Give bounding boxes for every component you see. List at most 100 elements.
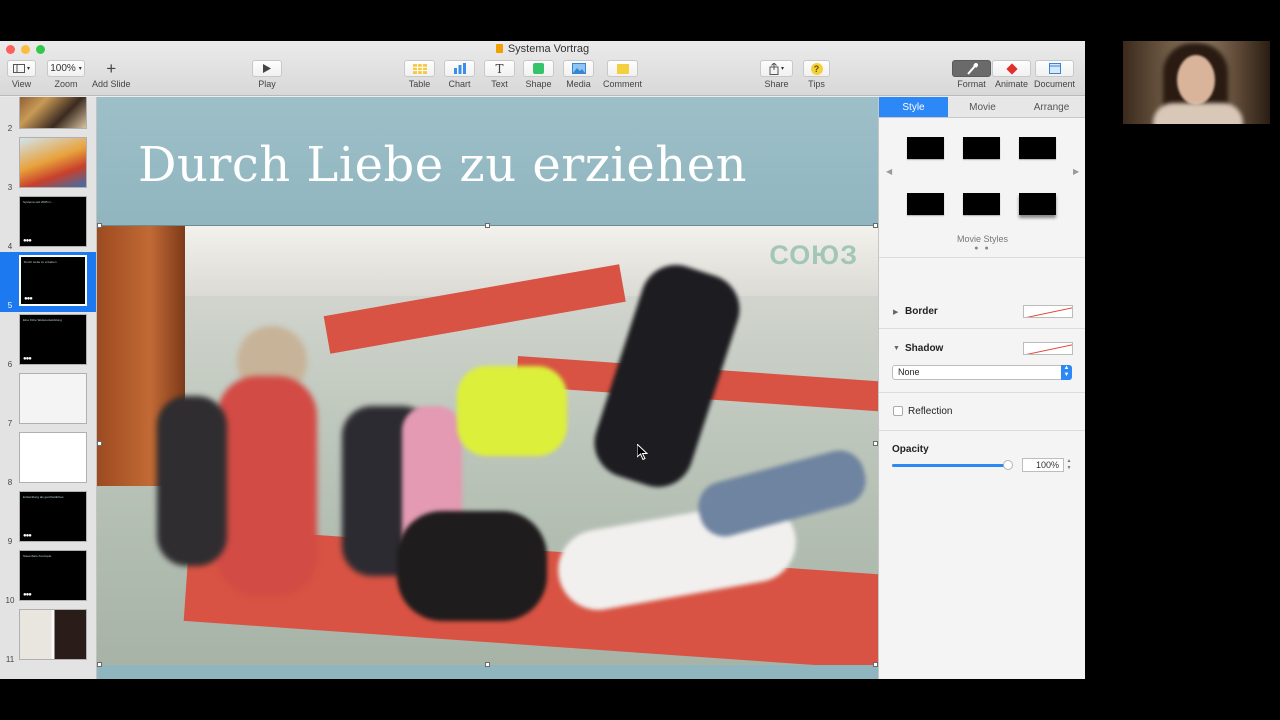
tips-button[interactable]: ? Tips: [803, 60, 830, 89]
share-button[interactable]: ▾ Share: [760, 60, 793, 89]
media-button[interactable]: Media: [563, 60, 594, 89]
share-icon: [769, 62, 779, 75]
chart-control[interactable]: [444, 60, 475, 77]
text-control[interactable]: T: [484, 60, 515, 77]
slide-thumbnail[interactable]: Systema seit 2005 m... ●●●: [19, 196, 87, 247]
format-control[interactable]: [952, 60, 991, 77]
slide-thumbnail-row[interactable]: 7: [0, 370, 96, 430]
slide-thumbnail-row[interactable]: 8: [0, 429, 96, 489]
chevron-right-icon[interactable]: ▶: [1073, 167, 1079, 176]
slide-number: 10: [5, 596, 15, 605]
play-control[interactable]: [252, 60, 282, 77]
table-button[interactable]: Table: [404, 60, 435, 89]
resize-handle-top[interactable]: [485, 223, 490, 228]
movie-style-swatch[interactable]: [907, 193, 944, 215]
movie-style-swatch[interactable]: [1019, 193, 1056, 215]
page-indicator[interactable]: ● ●: [879, 245, 1085, 252]
share-control[interactable]: ▾: [760, 60, 793, 77]
tab-style[interactable]: Style: [879, 97, 948, 117]
disclosure-down-icon[interactable]: ▼: [893, 345, 900, 352]
slide-thumbnail-row[interactable]: 9 Entwicklung als ganzheitliches ●●●: [0, 488, 96, 548]
slide-thumbnail[interactable]: Steuerbare Konzepte ●●●: [19, 550, 87, 601]
media-control[interactable]: [563, 60, 594, 77]
disclosure-right-icon[interactable]: ▶: [893, 308, 898, 316]
slide-number: 6: [7, 360, 13, 369]
table-control[interactable]: [404, 60, 435, 77]
movie-styles-label: Movie Styles: [956, 234, 1009, 244]
shape-button[interactable]: Shape: [523, 60, 554, 89]
chevron-left-icon[interactable]: ◀: [886, 167, 892, 176]
shadow-color-well[interactable]: [1023, 342, 1073, 355]
document-button[interactable]: Document: [1034, 60, 1075, 89]
slide-thumbnail[interactable]: Eine frühe Weiterentwicklung ●●●: [19, 314, 87, 365]
format-button[interactable]: Format: [952, 60, 991, 89]
opacity-slider-knob[interactable]: [1003, 460, 1013, 470]
help-question-icon: ?: [810, 62, 823, 75]
slide-thumbnail[interactable]: [19, 373, 87, 424]
comment-button[interactable]: Comment: [603, 60, 642, 89]
slide-canvas[interactable]: Durch Liebe zu erziehen СОЮЗ: [97, 97, 878, 679]
movie-style-swatch[interactable]: [963, 193, 1000, 215]
resize-handle-left[interactable]: [97, 441, 102, 446]
text-label: Text: [491, 79, 508, 89]
shape-control[interactable]: [523, 60, 554, 77]
zoom-select[interactable]: 100% ▾: [47, 60, 85, 77]
add-slide-button[interactable]: + Add Slide: [92, 60, 131, 90]
tips-control[interactable]: ?: [803, 60, 830, 77]
resize-handle-bottom-left[interactable]: [97, 662, 102, 667]
slide-thumbnail-row[interactable]: 2 by Leonie Lackner: [0, 97, 96, 135]
chart-button[interactable]: Chart: [444, 60, 475, 89]
comment-control[interactable]: [607, 60, 638, 77]
document-icon: [495, 44, 503, 53]
slide-thumbnail-row[interactable]: 3: [0, 134, 96, 194]
tab-arrange[interactable]: Arrange: [1017, 97, 1085, 117]
webcam-person-shirt: [1153, 103, 1243, 124]
text-button[interactable]: T Text: [484, 60, 515, 89]
opacity-stepper[interactable]: ▲ ▼: [1065, 458, 1073, 472]
border-label[interactable]: Border: [905, 306, 938, 317]
shadow-label[interactable]: Shadow: [905, 343, 943, 354]
slide-thumbnail-caption: Durch Liebe zu erziehen: [24, 260, 57, 264]
movie-style-swatch[interactable]: [907, 137, 944, 159]
animate-button[interactable]: Animate: [992, 60, 1031, 89]
slide-thumbnail-row[interactable]: 11: [0, 606, 96, 666]
slide-navigator[interactable]: 2 by Leonie Lackner 3 4 Systema seit 2005 m.…: [0, 97, 97, 679]
slide-title[interactable]: Durch Liebe zu erziehen: [138, 137, 747, 193]
reflection-checkbox[interactable]: [893, 406, 903, 416]
slide-thumbnail[interactable]: [19, 432, 87, 483]
slide-thumbnail[interactable]: [19, 137, 87, 188]
document-title-text: Systema Vortrag: [507, 43, 590, 55]
mouse-cursor-icon: [637, 444, 649, 460]
resize-handle-top-left[interactable]: [97, 223, 102, 228]
opacity-slider[interactable]: [892, 460, 1013, 470]
text-t-icon: T: [495, 61, 504, 76]
slide-thumbnail-row[interactable]: 10 Steuerbare Konzepte ●●●: [0, 547, 96, 607]
resize-handle-bottom[interactable]: [485, 662, 490, 667]
slide-thumbnail-row[interactable]: 6 Eine frühe Weiterentwicklung ●●●: [0, 311, 96, 371]
slide-thumbnail[interactable]: [19, 609, 87, 660]
opacity-value-field[interactable]: 100%: [1022, 458, 1064, 472]
slide[interactable]: Durch Liebe zu erziehen СОЮЗ: [97, 97, 878, 679]
slide-thumbnail-caption: Entwicklung als ganzheitliches: [23, 495, 64, 499]
tab-movie[interactable]: Movie: [948, 97, 1017, 117]
document-control[interactable]: [1035, 60, 1075, 77]
slide-thumbnail-row[interactable]: 4 Systema seit 2005 m... ●●●: [0, 193, 96, 253]
animate-control[interactable]: [992, 60, 1031, 77]
slide-thumbnail[interactable]: Durch Liebe zu erziehen ●●●: [19, 255, 87, 306]
slide-thumbnail[interactable]: by Leonie Lackner: [19, 97, 87, 129]
movie-style-swatch[interactable]: [1019, 137, 1056, 159]
add-slide-control[interactable]: +: [92, 60, 130, 77]
movie-style-swatch[interactable]: [963, 137, 1000, 159]
slide-thumbnail[interactable]: Entwicklung als ganzheitliches ●●●: [19, 491, 87, 542]
play-button[interactable]: Play: [252, 60, 282, 89]
up-down-arrows-icon: ▲ ▼: [1061, 365, 1072, 380]
view-button[interactable]: ▾ View: [7, 60, 36, 89]
border-color-well[interactable]: [1023, 305, 1073, 318]
movie-scene-figure: [157, 396, 227, 566]
shadow-select[interactable]: None ▲ ▼: [892, 365, 1072, 380]
movie-object[interactable]: СОЮЗ: [97, 225, 878, 665]
toolbar: Systema Vortrag ▾ View 100% ▾ Zoom + Add …: [0, 41, 1085, 96]
zoom-button[interactable]: 100% ▾ Zoom: [47, 60, 85, 89]
view-menu-control[interactable]: ▾: [7, 60, 36, 77]
slide-thumbnail-row[interactable]: 5 Durch Liebe zu erziehen ●●●: [0, 252, 96, 312]
